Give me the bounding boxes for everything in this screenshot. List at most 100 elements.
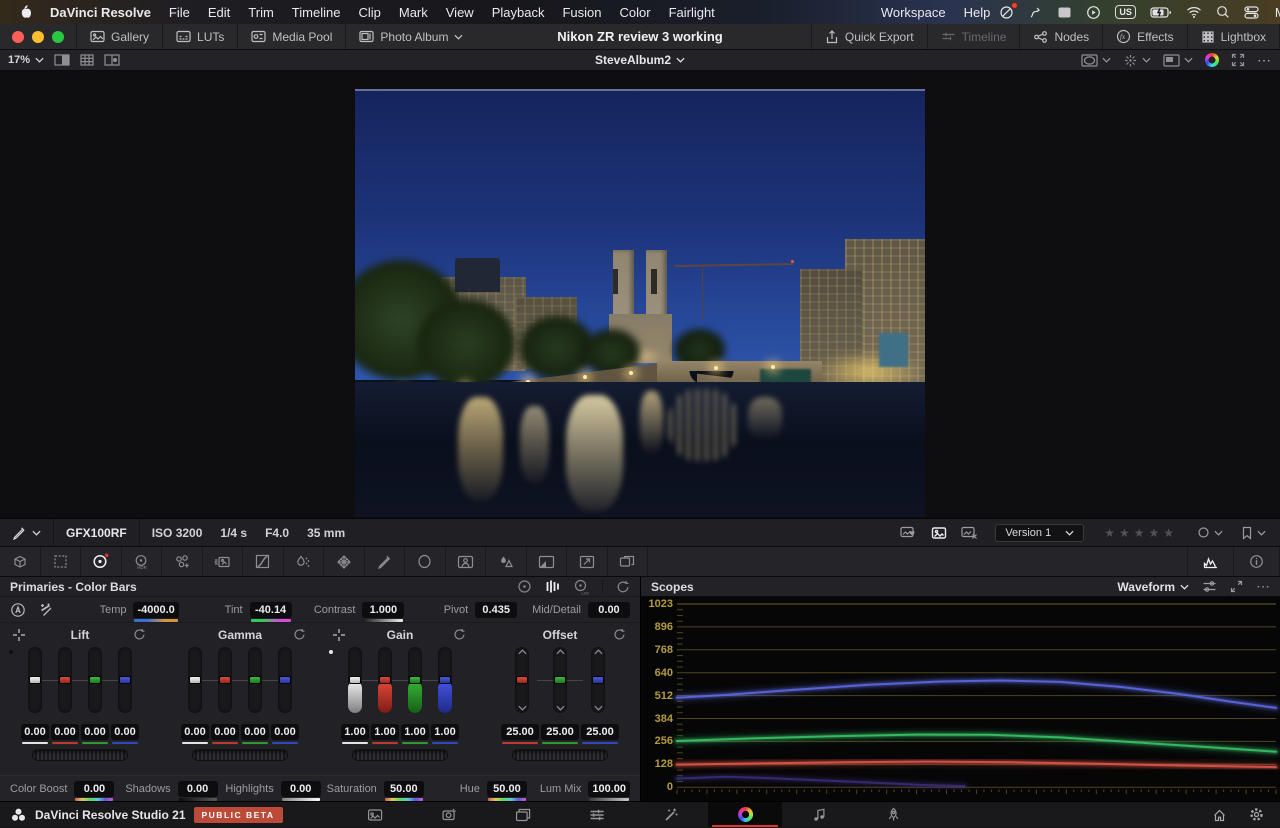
wifi-icon[interactable]: [1186, 6, 1202, 18]
lift-black-point-picker-icon[interactable]: [12, 628, 26, 642]
menu-item-file[interactable]: File: [160, 5, 199, 20]
still-image-icon[interactable]: [924, 526, 954, 540]
auto-balance-icon[interactable]: [10, 602, 26, 618]
lift-green-value[interactable]: 0.00: [81, 724, 109, 740]
menu-item-app[interactable]: DaVinci Resolve: [41, 5, 160, 20]
lift-reset-icon[interactable]: [133, 628, 146, 641]
gain-master-value[interactable]: 1.00: [341, 724, 369, 740]
offset-green-value[interactable]: 25.00: [541, 724, 579, 740]
page-fusion-tab[interactable]: [634, 802, 708, 827]
effects-button[interactable]: fx Effects: [1102, 24, 1186, 49]
lum-mix-value[interactable]: 100.00: [588, 781, 630, 797]
motion-effects-icon[interactable]: [203, 547, 244, 576]
key-palette-icon[interactable]: [527, 547, 568, 576]
page-color-tab[interactable]: [708, 802, 782, 827]
curves-icon[interactable]: [243, 547, 284, 576]
menu-item-trim[interactable]: Trim: [239, 5, 283, 20]
timeline-toggle-button[interactable]: Timeline: [927, 24, 1020, 49]
expand-viewer-icon[interactable]: [1231, 53, 1245, 67]
color-boost-value[interactable]: 0.00: [74, 781, 114, 797]
mid-detail-value[interactable]: 0.00: [588, 602, 630, 618]
grab-still-dropdown[interactable]: [0, 519, 54, 546]
tint-value[interactable]: -40.14: [250, 602, 292, 618]
highlights-value[interactable]: 0.00: [281, 781, 321, 797]
close-window-button[interactable]: [12, 31, 24, 43]
auto-wand-icon[interactable]: [38, 602, 54, 617]
enhanced-viewer-icon[interactable]: [54, 54, 70, 66]
gain-green-slider[interactable]: [408, 647, 422, 713]
lift-green-slider[interactable]: [88, 647, 102, 713]
shadows-value[interactable]: 0.00: [178, 781, 218, 797]
gamma-red-value[interactable]: 0.00: [211, 724, 239, 740]
spotlight-search-icon[interactable]: [1216, 5, 1230, 19]
sizing-output-icon[interactable]: [567, 547, 608, 576]
control-center-icon[interactable]: [1244, 6, 1259, 19]
split-screen-icon[interactable]: [104, 54, 120, 66]
version-select[interactable]: Version 1: [995, 524, 1084, 542]
lift-master-value[interactable]: 0.00: [21, 724, 49, 740]
gamma-green-slider[interactable]: [248, 647, 262, 713]
blur-palette-icon[interactable]: [486, 547, 527, 576]
lightbox-button[interactable]: Lightbox: [1187, 24, 1280, 49]
mesh-warp-icon[interactable]: [324, 547, 365, 576]
gain-blue-slider[interactable]: [438, 647, 452, 713]
lift-master-slider[interactable]: [28, 647, 42, 713]
saturation-value[interactable]: 50.00: [384, 781, 424, 797]
color-warper-icon[interactable]: [284, 547, 325, 576]
stereo-3d-icon[interactable]: [608, 547, 649, 576]
gain-red-slider[interactable]: [378, 647, 392, 713]
page-edit-tab[interactable]: [486, 802, 560, 827]
menu-item-help[interactable]: Help: [955, 5, 1000, 20]
temp-value[interactable]: -4000.0: [133, 602, 178, 618]
battery-icon[interactable]: [1150, 7, 1172, 18]
home-icon[interactable]: [1212, 808, 1227, 822]
grade-enhance-icon[interactable]: [1205, 53, 1219, 67]
menu-item-fusion[interactable]: Fusion: [553, 5, 610, 20]
gain-reset-icon[interactable]: [453, 628, 466, 641]
minimize-window-button[interactable]: [32, 31, 44, 43]
scope-expand-icon[interactable]: [1230, 580, 1243, 593]
still-reject-icon[interactable]: [954, 526, 985, 540]
page-cut-tab[interactable]: [412, 802, 486, 827]
bookmark-dropdown[interactable]: [1232, 526, 1280, 540]
grid-view-icon[interactable]: [80, 54, 94, 66]
luts-button[interactable]: LUTs: [162, 24, 237, 49]
menu-item-playback[interactable]: Playback: [483, 5, 554, 20]
menu-item-view[interactable]: View: [437, 5, 483, 20]
notification-status-icon[interactable]: [999, 5, 1014, 20]
gain-red-value[interactable]: 1.00: [371, 724, 399, 740]
input-source-icon[interactable]: US: [1115, 5, 1136, 19]
nodes-button[interactable]: Nodes: [1019, 24, 1102, 49]
page-fairlight-tab[interactable]: [782, 802, 856, 827]
viewer-zoom-select[interactable]: 17%: [8, 54, 54, 66]
menu-item-mark[interactable]: Mark: [390, 5, 437, 20]
pip-wipe-dropdown[interactable]: [1163, 54, 1193, 67]
gallery-button[interactable]: Gallery: [76, 24, 162, 49]
menu-item-color[interactable]: Color: [610, 5, 659, 20]
apple-menu-icon[interactable]: [10, 5, 41, 20]
media-pool-button[interactable]: Media Pool: [237, 24, 345, 49]
qualifier-icon[interactable]: [365, 547, 406, 576]
menu-item-fairlight[interactable]: Fairlight: [660, 5, 724, 20]
gain-scroll-wheel[interactable]: [352, 749, 448, 761]
offset-scroll-wheel[interactable]: [512, 749, 608, 761]
gamma-master-slider[interactable]: [188, 647, 202, 713]
viewer-more-icon[interactable]: ⋯: [1257, 52, 1272, 69]
power-window-dropdown[interactable]: [1081, 54, 1111, 67]
sizing-palette-icon[interactable]: [41, 547, 82, 576]
offset-green-slider[interactable]: [553, 647, 567, 713]
hue-value[interactable]: 50.00: [487, 781, 527, 797]
page-deliver-tab[interactable]: [856, 802, 930, 827]
camera-raw-icon[interactable]: [0, 547, 41, 576]
gamma-blue-slider[interactable]: [278, 647, 292, 713]
lift-red-slider[interactable]: [58, 647, 72, 713]
gamma-blue-value[interactable]: 0.00: [271, 724, 299, 740]
page-media-tab[interactable]: [338, 802, 412, 827]
gamma-green-value[interactable]: 0.00: [241, 724, 269, 740]
scope-settings-icon[interactable]: [1202, 580, 1217, 593]
star-rating[interactable]: ★★★★★: [1094, 526, 1188, 540]
menu-item-timeline[interactable]: Timeline: [283, 5, 350, 20]
gain-blue-value[interactable]: 1.00: [431, 724, 459, 740]
quick-export-button[interactable]: Quick Export: [811, 24, 927, 49]
offset-blue-value[interactable]: 25.00: [581, 724, 619, 740]
